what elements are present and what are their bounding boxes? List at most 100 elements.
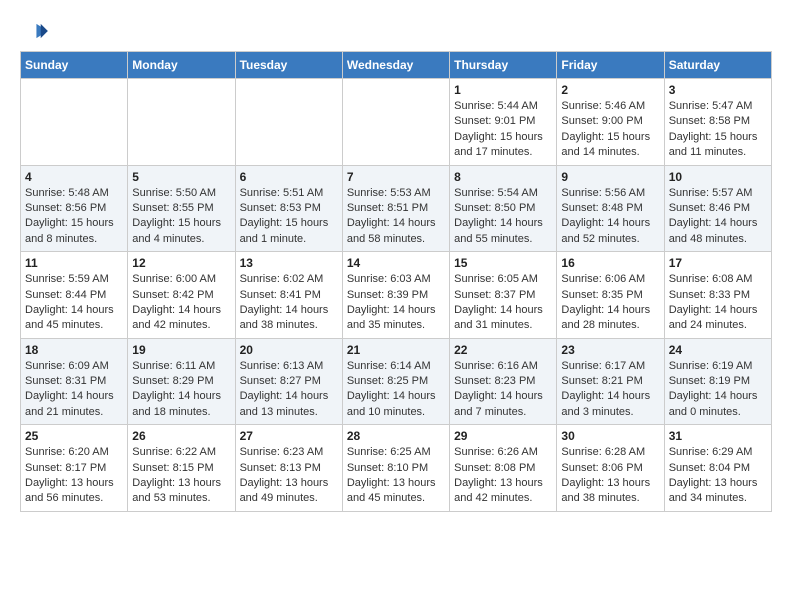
cell-content: Sunrise: 6:23 AM Sunset: 8:13 PM Dayligh… bbox=[240, 445, 338, 507]
calendar-cell: 30 Sunrise: 6:28 AM Sunset: 8:06 PM Dayli… bbox=[557, 425, 664, 512]
col-saturday: Saturday bbox=[664, 52, 771, 79]
cell-content: Sunrise: 5:50 AM Sunset: 8:55 PM Dayligh… bbox=[132, 186, 230, 248]
day-number: 26 bbox=[132, 429, 230, 443]
day-number: 11 bbox=[25, 256, 123, 270]
day-number: 12 bbox=[132, 256, 230, 270]
cell-content: Sunrise: 5:54 AM Sunset: 8:50 PM Dayligh… bbox=[454, 186, 552, 248]
day-number: 24 bbox=[669, 343, 767, 357]
calendar-cell: 11 Sunrise: 5:59 AM Sunset: 8:44 PM Dayli… bbox=[21, 252, 128, 339]
day-number: 18 bbox=[25, 343, 123, 357]
calendar-cell: 12 Sunrise: 6:00 AM Sunset: 8:42 PM Dayli… bbox=[128, 252, 235, 339]
day-number: 3 bbox=[669, 83, 767, 97]
day-number: 30 bbox=[561, 429, 659, 443]
day-number: 8 bbox=[454, 170, 552, 184]
calendar-cell: 18 Sunrise: 6:09 AM Sunset: 8:31 PM Dayli… bbox=[21, 338, 128, 425]
day-number: 1 bbox=[454, 83, 552, 97]
calendar-cell: 21 Sunrise: 6:14 AM Sunset: 8:25 PM Dayli… bbox=[342, 338, 449, 425]
cell-content: Sunrise: 5:59 AM Sunset: 8:44 PM Dayligh… bbox=[25, 272, 123, 334]
calendar-week-row: 11 Sunrise: 5:59 AM Sunset: 8:44 PM Dayli… bbox=[21, 252, 772, 339]
day-number: 13 bbox=[240, 256, 338, 270]
cell-content: Sunrise: 6:29 AM Sunset: 8:04 PM Dayligh… bbox=[669, 445, 767, 507]
calendar-cell: 8 Sunrise: 5:54 AM Sunset: 8:50 PM Daylig… bbox=[450, 165, 557, 252]
day-number: 23 bbox=[561, 343, 659, 357]
calendar-cell: 31 Sunrise: 6:29 AM Sunset: 8:04 PM Dayli… bbox=[664, 425, 771, 512]
cell-content: Sunrise: 6:26 AM Sunset: 8:08 PM Dayligh… bbox=[454, 445, 552, 507]
cell-content: Sunrise: 5:47 AM Sunset: 8:58 PM Dayligh… bbox=[669, 99, 767, 161]
calendar-week-row: 18 Sunrise: 6:09 AM Sunset: 8:31 PM Dayli… bbox=[21, 338, 772, 425]
day-number: 7 bbox=[347, 170, 445, 184]
cell-content: Sunrise: 6:14 AM Sunset: 8:25 PM Dayligh… bbox=[347, 359, 445, 421]
cell-content: Sunrise: 6:00 AM Sunset: 8:42 PM Dayligh… bbox=[132, 272, 230, 334]
day-number: 2 bbox=[561, 83, 659, 97]
calendar-cell: 4 Sunrise: 5:48 AM Sunset: 8:56 PM Daylig… bbox=[21, 165, 128, 252]
calendar-cell: 23 Sunrise: 6:17 AM Sunset: 8:21 PM Dayli… bbox=[557, 338, 664, 425]
calendar-week-row: 4 Sunrise: 5:48 AM Sunset: 8:56 PM Daylig… bbox=[21, 165, 772, 252]
cell-content: Sunrise: 6:20 AM Sunset: 8:17 PM Dayligh… bbox=[25, 445, 123, 507]
calendar-cell: 10Sunrise: 5:57 AM Sunset: 8:46 PM Dayli… bbox=[664, 165, 771, 252]
calendar-cell: 1Sunrise: 5:44 AM Sunset: 9:01 PM Daylig… bbox=[450, 79, 557, 166]
day-number: 29 bbox=[454, 429, 552, 443]
col-monday: Monday bbox=[128, 52, 235, 79]
calendar-cell: 19 Sunrise: 6:11 AM Sunset: 8:29 PM Dayli… bbox=[128, 338, 235, 425]
col-thursday: Thursday bbox=[450, 52, 557, 79]
calendar-cell: 28Sunrise: 6:25 AM Sunset: 8:10 PM Dayli… bbox=[342, 425, 449, 512]
calendar-cell: 3 Sunrise: 5:47 AM Sunset: 8:58 PM Daylig… bbox=[664, 79, 771, 166]
cell-content: Sunrise: 6:05 AM Sunset: 8:37 PM Dayligh… bbox=[454, 272, 552, 334]
day-number: 6 bbox=[240, 170, 338, 184]
calendar-cell: 20 Sunrise: 6:13 AM Sunset: 8:27 PM Dayli… bbox=[235, 338, 342, 425]
calendar-cell: 9Sunrise: 5:56 AM Sunset: 8:48 PM Daylig… bbox=[557, 165, 664, 252]
calendar-cell: 15 Sunrise: 6:05 AM Sunset: 8:37 PM Dayli… bbox=[450, 252, 557, 339]
cell-content: Sunrise: 6:09 AM Sunset: 8:31 PM Dayligh… bbox=[25, 359, 123, 421]
day-number: 5 bbox=[132, 170, 230, 184]
cell-content: Sunrise: 6:19 AM Sunset: 8:19 PM Dayligh… bbox=[669, 359, 767, 421]
day-number: 17 bbox=[669, 256, 767, 270]
calendar-week-row: 1Sunrise: 5:44 AM Sunset: 9:01 PM Daylig… bbox=[21, 79, 772, 166]
calendar-cell: 26 Sunrise: 6:22 AM Sunset: 8:15 PM Dayli… bbox=[128, 425, 235, 512]
day-number: 31 bbox=[669, 429, 767, 443]
calendar-cell: 29 Sunrise: 6:26 AM Sunset: 8:08 PM Dayli… bbox=[450, 425, 557, 512]
cell-content: Sunrise: 5:48 AM Sunset: 8:56 PM Dayligh… bbox=[25, 186, 123, 248]
calendar-cell: 13 Sunrise: 6:02 AM Sunset: 8:41 PM Dayli… bbox=[235, 252, 342, 339]
day-number: 28 bbox=[347, 429, 445, 443]
logo-icon bbox=[20, 21, 50, 41]
cell-content: Sunrise: 6:02 AM Sunset: 8:41 PM Dayligh… bbox=[240, 272, 338, 334]
calendar-cell: 17 Sunrise: 6:08 AM Sunset: 8:33 PM Dayli… bbox=[664, 252, 771, 339]
cell-content: Sunrise: 6:13 AM Sunset: 8:27 PM Dayligh… bbox=[240, 359, 338, 421]
day-number: 10 bbox=[669, 170, 767, 184]
page-header bbox=[20, 20, 772, 41]
day-number: 15 bbox=[454, 256, 552, 270]
calendar-cell: 24 Sunrise: 6:19 AM Sunset: 8:19 PM Dayli… bbox=[664, 338, 771, 425]
day-number: 4 bbox=[25, 170, 123, 184]
cell-content: Sunrise: 6:17 AM Sunset: 8:21 PM Dayligh… bbox=[561, 359, 659, 421]
calendar-table: Sunday Monday Tuesday Wednesday Thursday… bbox=[20, 51, 772, 512]
cell-content: Sunrise: 6:03 AM Sunset: 8:39 PM Dayligh… bbox=[347, 272, 445, 334]
calendar-week-row: 25Sunrise: 6:20 AM Sunset: 8:17 PM Dayli… bbox=[21, 425, 772, 512]
calendar-cell: 2Sunrise: 5:46 AM Sunset: 9:00 PM Daylig… bbox=[557, 79, 664, 166]
col-wednesday: Wednesday bbox=[342, 52, 449, 79]
calendar-cell: 6 Sunrise: 5:51 AM Sunset: 8:53 PM Daylig… bbox=[235, 165, 342, 252]
cell-content: Sunrise: 6:06 AM Sunset: 8:35 PM Dayligh… bbox=[561, 272, 659, 334]
day-number: 27 bbox=[240, 429, 338, 443]
calendar-cell bbox=[342, 79, 449, 166]
cell-content: Sunrise: 6:08 AM Sunset: 8:33 PM Dayligh… bbox=[669, 272, 767, 334]
calendar-cell bbox=[235, 79, 342, 166]
cell-content: Sunrise: 5:51 AM Sunset: 8:53 PM Dayligh… bbox=[240, 186, 338, 248]
logo bbox=[20, 20, 50, 41]
cell-content: Sunrise: 6:28 AM Sunset: 8:06 PM Dayligh… bbox=[561, 445, 659, 507]
day-number: 19 bbox=[132, 343, 230, 357]
calendar-cell bbox=[128, 79, 235, 166]
calendar-cell: 22Sunrise: 6:16 AM Sunset: 8:23 PM Dayli… bbox=[450, 338, 557, 425]
calendar-cell: 14 Sunrise: 6:03 AM Sunset: 8:39 PM Dayli… bbox=[342, 252, 449, 339]
cell-content: Sunrise: 6:11 AM Sunset: 8:29 PM Dayligh… bbox=[132, 359, 230, 421]
calendar-cell: 7 Sunrise: 5:53 AM Sunset: 8:51 PM Daylig… bbox=[342, 165, 449, 252]
day-number: 14 bbox=[347, 256, 445, 270]
cell-content: Sunrise: 5:53 AM Sunset: 8:51 PM Dayligh… bbox=[347, 186, 445, 248]
day-number: 16 bbox=[561, 256, 659, 270]
calendar-cell: 27 Sunrise: 6:23 AM Sunset: 8:13 PM Dayli… bbox=[235, 425, 342, 512]
col-tuesday: Tuesday bbox=[235, 52, 342, 79]
day-number: 21 bbox=[347, 343, 445, 357]
calendar-cell bbox=[21, 79, 128, 166]
calendar-header-row: Sunday Monday Tuesday Wednesday Thursday… bbox=[21, 52, 772, 79]
cell-content: Sunrise: 6:22 AM Sunset: 8:15 PM Dayligh… bbox=[132, 445, 230, 507]
day-number: 20 bbox=[240, 343, 338, 357]
